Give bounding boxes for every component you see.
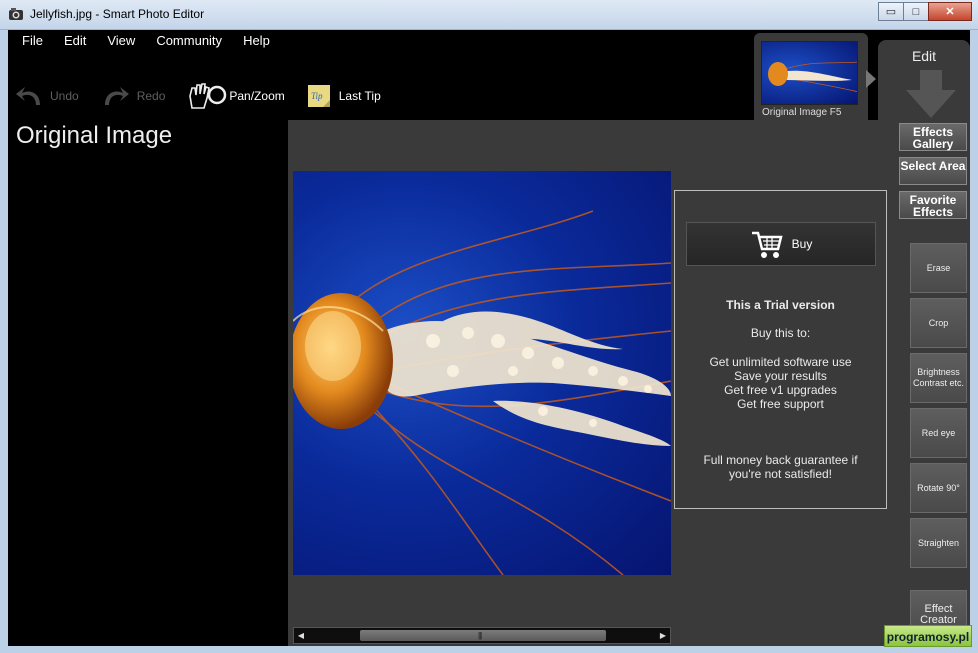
rotate-button[interactable]: Rotate 90° xyxy=(910,463,967,513)
erase-button[interactable]: Erase xyxy=(910,243,967,293)
page-title: Original Image xyxy=(16,122,173,149)
brightness-contrast-button[interactable]: Brightness Contrast etc. xyxy=(910,353,967,403)
buy-button[interactable]: Buy xyxy=(686,222,876,266)
edit-tab[interactable]: Edit xyxy=(878,40,970,120)
scroll-thumb[interactable]: ||| xyxy=(360,630,606,641)
thumbnail-jellyfish xyxy=(768,61,857,92)
benefit-item: Get unlimited software use xyxy=(709,355,852,369)
trial-title: This a Trial version xyxy=(726,298,835,312)
last-tip-button[interactable]: Tip Last Tip xyxy=(307,84,381,108)
undo-button[interactable]: Undo xyxy=(14,83,79,109)
scroll-grip-icon: ||| xyxy=(478,631,482,640)
menu-bar: File Edit View Community Help xyxy=(8,30,277,52)
close-button[interactable]: ✕ xyxy=(928,2,972,21)
benefit-item: Get free v1 upgrades xyxy=(724,383,837,397)
effects-gallery-button[interactable]: Effects Gallery xyxy=(899,123,967,151)
undo-label: Undo xyxy=(50,89,79,103)
straighten-button[interactable]: Straighten xyxy=(910,518,967,568)
crop-button[interactable]: Crop xyxy=(910,298,967,348)
trial-benefits: Get unlimited software use Save your res… xyxy=(675,355,886,411)
benefit-item: Save your results xyxy=(734,369,827,383)
app-window: Jellyfish.jpg - Smart Photo Editor ▭ □ ✕… xyxy=(0,0,978,653)
window-frame-bottom xyxy=(0,646,978,653)
undo-icon xyxy=(16,87,40,105)
last-tip-label: Last Tip xyxy=(338,89,381,103)
pan-zoom-icon xyxy=(189,83,227,109)
next-arrow-icon xyxy=(866,70,876,88)
image-canvas-panel: Buy This a Trial version Buy this to: Ge… xyxy=(288,120,892,646)
tip-icon-text: Tip xyxy=(311,91,323,101)
benefit-item: Get free support xyxy=(737,397,824,411)
favorite-effects-button[interactable]: Favorite Effects xyxy=(899,191,967,219)
window-controls: ▭ □ ✕ xyxy=(878,2,972,21)
window-frame-left xyxy=(0,30,8,646)
window-title: Jellyfish.jpg - Smart Photo Editor xyxy=(30,7,205,21)
history-label: Original Image F5 xyxy=(762,107,842,118)
menu-help[interactable]: Help xyxy=(229,30,277,52)
history-item-original[interactable]: Original Image F5 xyxy=(754,33,868,121)
menu-community[interactable]: Community xyxy=(142,30,229,52)
scroll-right-icon[interactable]: ▶ xyxy=(657,629,669,642)
trial-notice: Buy This a Trial version Buy this to: Ge… xyxy=(674,190,887,509)
effects-sidebar: Effects Gallery Select Area Favorite Eff… xyxy=(892,120,970,646)
jellyfish-illustration xyxy=(293,210,671,575)
maximize-button[interactable]: □ xyxy=(903,2,929,21)
trial-subtitle: Buy this to: xyxy=(750,326,811,340)
jellyfish-photo[interactable] xyxy=(293,171,671,575)
tip-icon: Tip xyxy=(307,85,330,107)
edit-tab-label: Edit xyxy=(911,48,937,64)
pan-zoom-button[interactable]: Pan/Zoom xyxy=(187,82,285,110)
down-arrow-icon xyxy=(906,70,956,118)
toolbar: Undo Redo Pan/Zoom Tip Last Tip xyxy=(14,80,403,112)
redo-icon xyxy=(104,87,129,105)
pan-zoom-label: Pan/Zoom xyxy=(229,89,285,103)
window-frame-right xyxy=(970,30,978,646)
redo-button[interactable]: Redo xyxy=(101,83,166,109)
title-bar: Jellyfish.jpg - Smart Photo Editor ▭ □ ✕ xyxy=(0,0,978,30)
redo-label: Redo xyxy=(136,89,166,103)
buy-label: Buy xyxy=(791,237,813,251)
scroll-left-icon[interactable]: ◀ xyxy=(295,629,307,642)
minimize-button[interactable]: ▭ xyxy=(878,2,904,21)
app-icon xyxy=(9,8,23,20)
trial-guarantee: Full money back guarantee if you're not … xyxy=(703,453,858,481)
history-thumbnail xyxy=(761,41,858,105)
menu-view[interactable]: View xyxy=(93,30,142,52)
red-eye-button[interactable]: Red eye xyxy=(910,408,967,458)
menu-edit[interactable]: Edit xyxy=(50,30,93,52)
watermark: programosy.pl xyxy=(884,625,972,647)
cart-icon xyxy=(751,231,783,258)
menu-file[interactable]: File xyxy=(8,30,50,52)
horizontal-scrollbar[interactable]: ◀ ||| ▶ xyxy=(293,627,671,644)
select-area-button[interactable]: Select Area xyxy=(899,157,967,185)
